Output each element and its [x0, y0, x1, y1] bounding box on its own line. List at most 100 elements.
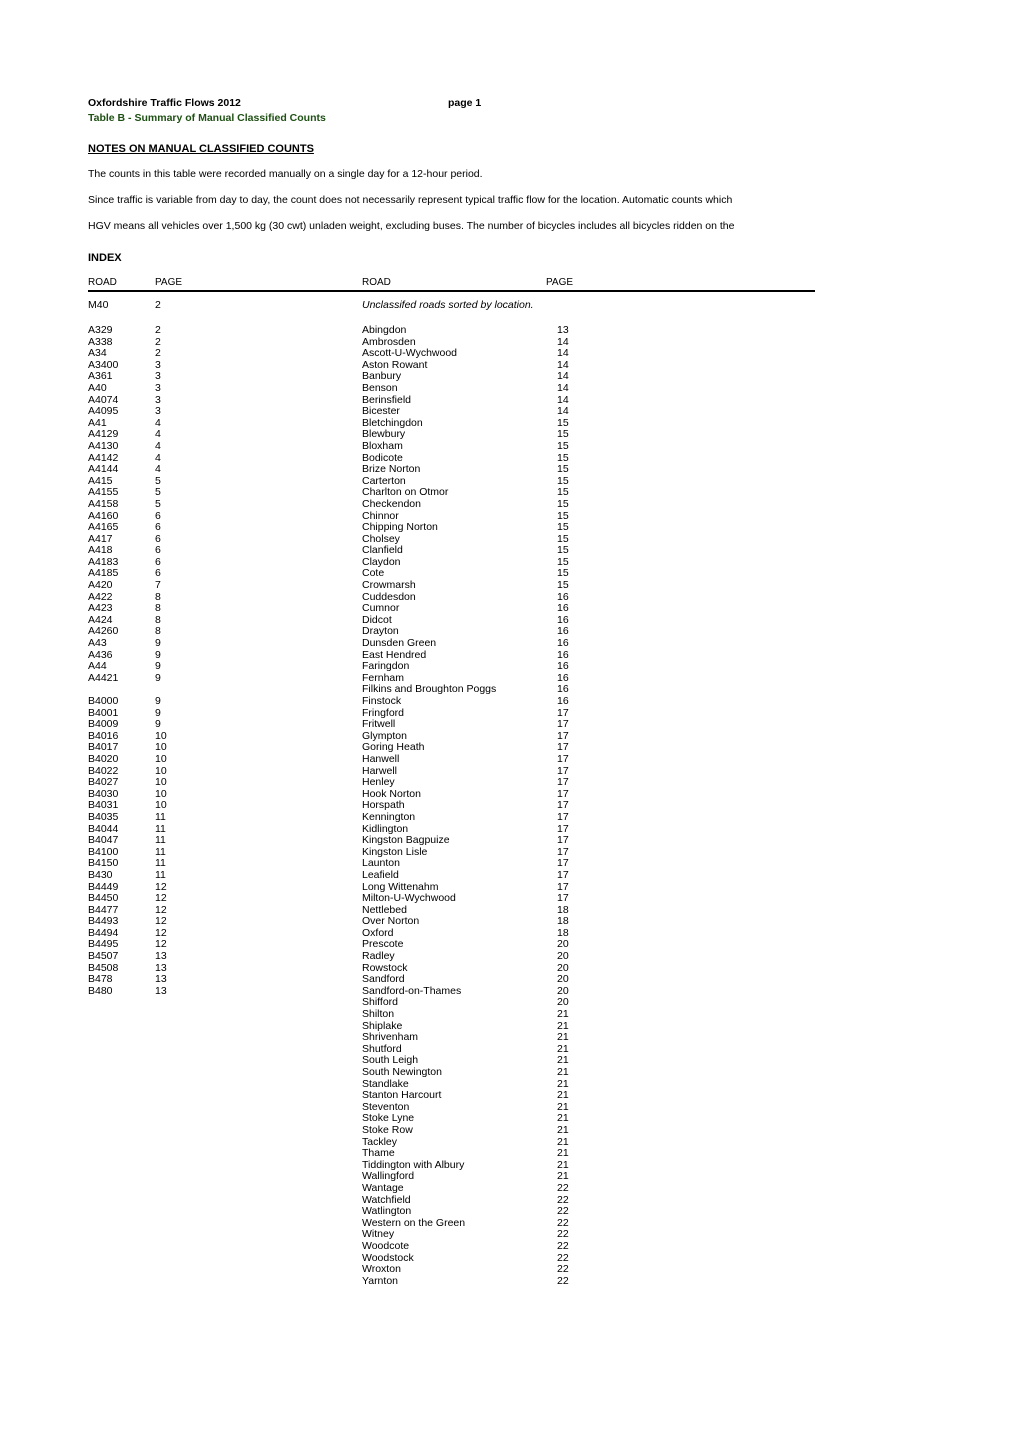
index-location-row[interactable]: Over Norton 18: [362, 916, 642, 928]
index-location-row[interactable]: Cuddesdon 16: [362, 591, 642, 604]
index-location-row[interactable]: Checkendon 15: [362, 498, 642, 511]
index-location-row[interactable]: Didcot 16: [362, 614, 642, 627]
index-location-row[interactable]: Blewbury 15: [362, 429, 642, 441]
index-road-row[interactable]: A4158 5: [88, 498, 308, 511]
index-road-row[interactable]: B4507 13: [88, 950, 308, 963]
index-location-row[interactable]: Launton 17: [362, 858, 642, 870]
index-road-row[interactable]: A4183 6: [88, 556, 308, 569]
index-location-row[interactable]: Henley 17: [362, 777, 642, 789]
index-location-row[interactable]: Radley 20: [362, 950, 642, 963]
index-location-row[interactable]: Wallingford 21: [362, 1171, 642, 1183]
index-road-row[interactable]: A4155 5: [88, 487, 308, 499]
index-location-row[interactable]: Finstock 16: [362, 695, 642, 708]
index-road-row[interactable]: B4027 10: [88, 777, 308, 789]
index-road-row[interactable]: B4150 11: [88, 858, 308, 870]
index-road-row[interactable]: A40 3: [88, 382, 308, 395]
index-location-row[interactable]: Oxford 18: [362, 927, 642, 940]
index-road-row[interactable]: B4493 12: [88, 916, 308, 928]
index-road-row[interactable]: A4185 6: [88, 568, 308, 580]
index-road-row[interactable]: B480 13: [88, 985, 308, 998]
index-road-row[interactable]: B4047 11: [88, 835, 308, 847]
index-road-row[interactable]: B4022 10: [88, 765, 308, 778]
index-location-row[interactable]: Harwell 17: [362, 765, 642, 778]
index-location-row[interactable]: Crowmarsh 15: [362, 579, 642, 592]
index-location-row[interactable]: Cholsey 15: [362, 533, 642, 546]
index-location-row[interactable]: Faringdon 16: [362, 661, 642, 673]
index-road-row[interactable]: B4495 12: [88, 939, 308, 951]
index-location-row[interactable]: Thame 21: [362, 1148, 642, 1160]
index-location-row[interactable]: Bloxham 15: [362, 440, 642, 453]
index-location-row[interactable]: Kingston Lisle 17: [362, 846, 642, 859]
index-location-row[interactable]: Abingdon 13: [362, 324, 642, 337]
index-location-row[interactable]: Woodcote 22: [362, 1240, 642, 1253]
index-road-row[interactable]: A415 5: [88, 475, 308, 488]
index-road-row[interactable]: B4100 11: [88, 846, 308, 859]
index-road-row[interactable]: A417 6: [88, 533, 308, 546]
index-road-row[interactable]: A4144 4: [88, 464, 308, 476]
index-location-row[interactable]: Cumnor 16: [362, 603, 642, 615]
index-location-row[interactable]: Tackley 21: [362, 1136, 642, 1149]
index-road-row[interactable]: A420 7: [88, 579, 308, 592]
index-location-row[interactable]: Wantage 22: [362, 1182, 642, 1195]
index-location-row[interactable]: Hanwell 17: [362, 753, 642, 766]
index-location-row[interactable]: Clanfield 15: [362, 545, 642, 557]
index-location-row[interactable]: Yarnton 22: [362, 1275, 642, 1288]
index-road-row[interactable]: A423 8: [88, 603, 308, 615]
index-road-row[interactable]: B4508 13: [88, 962, 308, 975]
index-location-row[interactable]: Berinsfield 14: [362, 394, 642, 407]
index-road-row[interactable]: A329 2: [88, 324, 308, 337]
index-location-row[interactable]: Sandford-on-Thames 20: [362, 985, 642, 998]
index-location-row[interactable]: Filkins and Broughton Poggs 16: [362, 684, 642, 696]
index-road-row[interactable]: A44 9: [88, 661, 308, 673]
index-location-row[interactable]: Kennington 17: [362, 811, 642, 824]
index-road-row[interactable]: B4017 10: [88, 742, 308, 754]
index-location-row[interactable]: Goring Heath 17: [362, 742, 642, 754]
index-location-row[interactable]: Dunsden Green 16: [362, 637, 642, 650]
index-road-row[interactable]: A3400 3: [88, 359, 308, 372]
index-location-row[interactable]: Kingston Bagpuize 17: [362, 835, 642, 847]
index-road-row[interactable]: A338 2: [88, 336, 308, 349]
index-road-row[interactable]: B4035 11: [88, 811, 308, 824]
index-road-row[interactable]: A4129 4: [88, 429, 308, 441]
index-road-row[interactable]: A361 3: [88, 371, 308, 383]
index-road-row[interactable]: A422 8: [88, 591, 308, 604]
index-road-row[interactable]: A436 9: [88, 649, 308, 662]
index-road-row[interactable]: A4260 8: [88, 626, 308, 638]
index-road-row[interactable]: A34 2: [88, 348, 308, 360]
index-location-row[interactable]: Milton-U-Wychwood 17: [362, 892, 642, 905]
index-location-row[interactable]: South Newington 21: [362, 1066, 642, 1079]
index-road-row[interactable]: A4142 4: [88, 452, 308, 465]
index-road-row[interactable]: B430 11: [88, 869, 308, 882]
index-location-row[interactable]: Leafield 17: [362, 869, 642, 882]
index-road-row[interactable]: B4009 9: [88, 719, 308, 731]
index-location-row[interactable]: Fringford 17: [362, 707, 642, 720]
index-road-row[interactable]: B4001 9: [88, 707, 308, 720]
index-road-row[interactable]: B478 13: [88, 974, 308, 986]
index-road-row[interactable]: A4421 9: [88, 672, 308, 685]
index-location-row[interactable]: Shifford 20: [362, 997, 642, 1009]
index-road-row[interactable]: B4450 12: [88, 892, 308, 905]
index-road-row[interactable]: B4449 12: [88, 881, 308, 894]
index-road-row[interactable]: A418 6: [88, 545, 308, 557]
index-road-row[interactable]: B4016 10: [88, 730, 308, 743]
index-location-row[interactable]: Western on the Green 22: [362, 1217, 642, 1230]
index-road-row[interactable]: A43 9: [88, 637, 308, 650]
index-location-row[interactable]: Woodstock 22: [362, 1252, 642, 1265]
index-location-row[interactable]: Aston Rowant 14: [362, 359, 642, 372]
index-road-row[interactable]: A424 8: [88, 614, 308, 627]
index-road-row[interactable]: A41 4: [88, 417, 308, 430]
index-location-row[interactable]: Watlington 22: [362, 1206, 642, 1218]
index-road-row[interactable]: B4030 10: [88, 788, 308, 801]
index-location-row[interactable]: Banbury 14: [362, 371, 642, 383]
index-road-row[interactable]: A4160 6: [88, 510, 308, 523]
index-location-row[interactable]: Claydon 15: [362, 556, 642, 569]
index-location-row[interactable]: Chipping Norton 15: [362, 521, 642, 534]
index-location-row[interactable]: Bicester 14: [362, 406, 642, 418]
index-road-row[interactable]: B4000 9: [88, 695, 308, 708]
index-location-row[interactable]: Prescote 20: [362, 939, 642, 951]
index-road-row[interactable]: A4130 4: [88, 440, 308, 453]
index-location-row[interactable]: Stoke Row 21: [362, 1124, 642, 1137]
index-road-row[interactable]: B4477 12: [88, 904, 308, 917]
index-road-row[interactable]: A4095 3: [88, 406, 308, 418]
index-location-row[interactable]: Shilton 21: [362, 1008, 642, 1021]
